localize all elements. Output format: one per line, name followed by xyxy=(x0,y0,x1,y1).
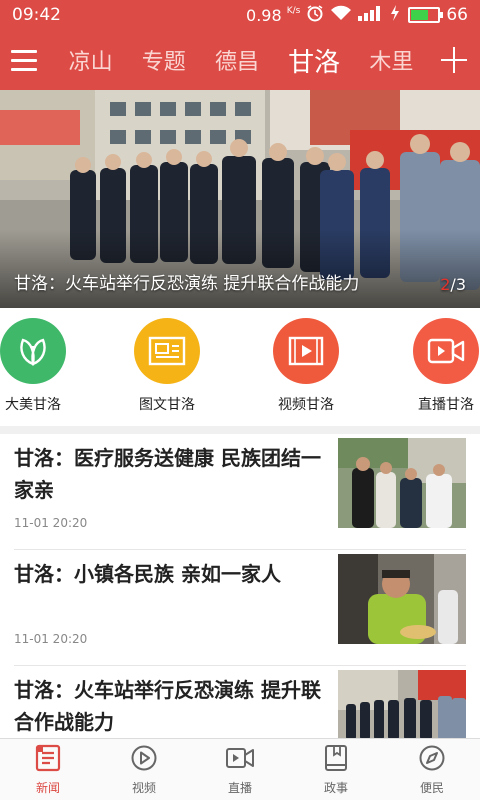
quick-links: 大美甘洛 图文甘洛 视频甘洛 直播甘洛 xyxy=(0,308,480,426)
news-time: 11-01 20:20 xyxy=(14,632,88,646)
battery-level xyxy=(411,10,429,20)
news-list: 甘洛：医疗服务送健康 民族团结一家亲 11-01 20:20 甘洛：小镇各民族 … xyxy=(0,434,480,782)
news-icon xyxy=(34,744,62,776)
signal-icon xyxy=(358,5,384,26)
news-thumbnail xyxy=(338,438,466,528)
video-icon xyxy=(273,318,339,384)
nav-label: 新闻 xyxy=(35,780,60,795)
nav-label: 直播 xyxy=(227,780,252,795)
nav-label: 政事 xyxy=(323,780,348,795)
quick-link-label: 视频甘洛 xyxy=(278,397,334,413)
charging-icon xyxy=(390,4,400,26)
banner-caption: 甘洛：火车站举行反恐演练 提升联合作战能力 xyxy=(14,274,360,294)
live-camera-icon xyxy=(413,318,479,384)
news-title: 甘洛：医疗服务送健康 民族团结一家亲 xyxy=(14,446,321,502)
network-speed-unit: K/s xyxy=(286,5,301,16)
tab-liangshan[interactable]: 凉山 xyxy=(69,44,113,76)
wifi-icon xyxy=(330,5,352,26)
pager-current: 2 xyxy=(440,275,451,294)
nav-label: 便民 xyxy=(419,780,444,795)
book-icon xyxy=(323,744,349,776)
leaf-icon xyxy=(0,318,66,384)
news-time: 11-01 20:20 xyxy=(14,516,88,530)
channel-bar: 凉山 专题 德昌 甘洛 木里 xyxy=(0,30,480,90)
live-icon xyxy=(225,744,255,776)
news-title: 甘洛：火车站举行反恐演练 提升联合作战能力 xyxy=(14,678,321,734)
news-thumbnail xyxy=(338,554,466,644)
nav-live[interactable]: 直播 xyxy=(192,739,288,800)
tab-dechang[interactable]: 德昌 xyxy=(215,44,259,76)
bottom-nav: 新闻 视频 直播 政事 便民 xyxy=(0,738,480,800)
quick-link-label: 图文甘洛 xyxy=(139,397,195,413)
news-item[interactable]: 甘洛：小镇各民族 亲如一家人 11-01 20:20 xyxy=(14,550,466,666)
quick-link-photo[interactable]: 图文甘洛 xyxy=(112,318,222,414)
add-channel-icon[interactable] xyxy=(428,30,480,90)
quick-link-label: 直播甘洛 xyxy=(418,397,474,413)
tab-special[interactable]: 专题 xyxy=(142,44,186,76)
tab-ganluo[interactable]: 甘洛 xyxy=(288,42,340,79)
tab-muli[interactable]: 木里 xyxy=(369,44,413,76)
status-bar: 09:42 0.98 K/s 66 xyxy=(0,0,480,30)
battery-icon xyxy=(408,7,444,23)
nav-news[interactable]: 新闻 xyxy=(0,739,96,800)
quick-link-video[interactable]: 视频甘洛 xyxy=(251,318,361,414)
play-icon xyxy=(130,744,158,776)
nav-politics[interactable]: 政事 xyxy=(288,739,384,800)
status-icons: 0.98 K/s 66 xyxy=(246,4,468,27)
section-divider xyxy=(0,426,480,434)
nav-label: 视频 xyxy=(131,780,156,795)
app-root: 09:42 0.98 K/s 66 凉山 专题 德昌 甘洛 木里 甘洛：火车站举… xyxy=(0,0,480,800)
quick-link-live[interactable]: 直播甘洛 xyxy=(391,318,480,414)
nav-video[interactable]: 视频 xyxy=(96,739,192,800)
image-text-icon xyxy=(134,318,200,384)
quick-link-label: 大美甘洛 xyxy=(5,397,61,413)
pager-total: /3 xyxy=(450,275,466,294)
status-time: 09:42 xyxy=(12,5,61,25)
quick-link-beauty[interactable]: 大美甘洛 xyxy=(0,318,88,414)
network-speed-value: 0.98 xyxy=(246,5,282,25)
menu-icon[interactable] xyxy=(0,30,48,90)
alarm-icon xyxy=(306,4,324,27)
nav-service[interactable]: 便民 xyxy=(384,739,480,800)
banner-carousel[interactable]: 甘洛：火车站举行反恐演练 提升联合作战能力 2/3 xyxy=(0,90,480,308)
network-speed: 0.98 K/s xyxy=(246,6,300,25)
banner-pager: 2/3 xyxy=(440,275,466,294)
news-item[interactable]: 甘洛：医疗服务送健康 民族团结一家亲 11-01 20:20 xyxy=(14,434,466,550)
news-title: 甘洛：小镇各民族 亲如一家人 xyxy=(14,562,281,586)
channel-tabs: 凉山 专题 德昌 甘洛 木里 xyxy=(48,42,428,79)
compass-icon xyxy=(418,744,446,776)
battery-percent: 66 xyxy=(446,5,468,25)
